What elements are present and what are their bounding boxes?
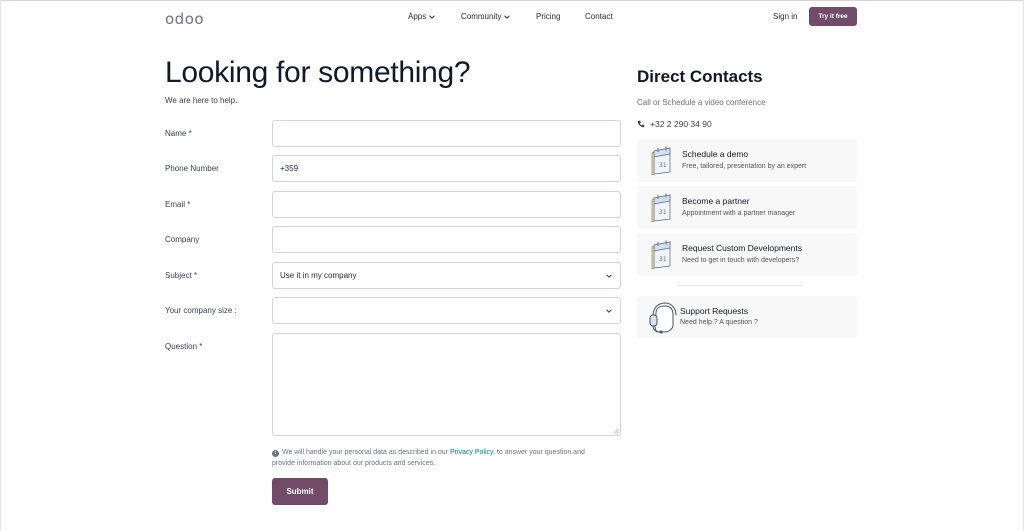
card-title: Become a partner	[682, 196, 750, 206]
custom-developments-card[interactable]: 31 Request Custom Developments Need to g…	[637, 233, 857, 276]
card-title: Request Custom Developments	[682, 243, 803, 253]
company-size-select[interactable]	[272, 297, 621, 324]
page-title: Looking for something?	[165, 56, 471, 89]
resize-handle-icon[interactable]	[613, 428, 619, 434]
company-size-label: Your company size :	[165, 306, 237, 315]
privacy-notice: i We will handle your personal data as de…	[272, 447, 602, 469]
svg-text:31: 31	[659, 209, 667, 216]
calendar-icon: 31	[651, 240, 671, 270]
name-label: Name *	[165, 129, 192, 138]
submit-button[interactable]: Submit	[272, 478, 328, 505]
phone-input[interactable]: +359	[272, 155, 621, 182]
subject-select[interactable]: Use it in my company	[272, 262, 621, 289]
card-description: Appointment with a partner manager	[682, 210, 796, 217]
chevron-down-icon	[429, 14, 436, 19]
company-input[interactable]	[272, 226, 621, 253]
subject-label: Subject *	[165, 271, 198, 280]
try-it-free-button[interactable]: Try it free	[809, 7, 857, 26]
question-textarea[interactable]	[272, 333, 621, 436]
email-input[interactable]	[272, 191, 621, 218]
direct-contacts-subtitle: Call or Schedule a video conference	[637, 98, 766, 107]
calendar-icon: 31	[651, 193, 671, 223]
card-title: Support Requests	[680, 306, 749, 316]
info-icon: i	[272, 450, 279, 457]
support-requests-card[interactable]: Support Requests Need help ? A question …	[637, 296, 857, 338]
card-description: Free, tailored, presentation by an exper…	[682, 163, 807, 170]
nav-community[interactable]: Community	[461, 12, 511, 21]
chevron-down-icon	[606, 274, 612, 278]
nav-apps-label: Apps	[408, 12, 427, 21]
svg-text:31: 31	[659, 256, 667, 263]
sign-in-link[interactable]: Sign in	[773, 12, 797, 21]
card-description: Need help ? A question ?	[680, 319, 758, 326]
section-divider	[677, 285, 803, 286]
privacy-policy-link[interactable]: Privacy Policy	[450, 449, 493, 456]
name-input[interactable]	[272, 120, 621, 147]
phone-input-value: +359	[280, 164, 299, 173]
phone-icon	[637, 120, 645, 128]
card-description: Need to get in touch with developers?	[682, 257, 800, 264]
nav-pricing-label: Pricing	[536, 12, 561, 21]
company-label: Company	[165, 235, 200, 244]
card-title: Schedule a demo	[682, 149, 749, 159]
chevron-down-icon	[606, 309, 612, 313]
schedule-demo-card[interactable]: 31 Schedule a demo Free, tailored, prese…	[637, 139, 857, 182]
phone-contact[interactable]: +32 2 290 34 90	[637, 119, 712, 129]
become-partner-card[interactable]: 31 Become a partner Appointment with a p…	[637, 186, 857, 229]
nav-contact[interactable]: Contact	[585, 12, 613, 21]
question-label: Question *	[165, 342, 203, 351]
svg-text:31: 31	[659, 162, 667, 169]
odoo-logo[interactable]: odoo	[165, 10, 204, 28]
calendar-icon: 31	[651, 146, 671, 176]
phone-label: Phone Number	[165, 164, 219, 173]
privacy-text-before: We will handle your personal data as des…	[282, 449, 450, 456]
phone-number: +32 2 290 34 90	[650, 119, 712, 129]
chevron-down-icon	[504, 14, 511, 19]
direct-contacts-title: Direct Contacts	[637, 67, 763, 86]
nav-pricing[interactable]: Pricing	[536, 12, 560, 21]
page-subtitle: We are here to help.	[165, 96, 238, 105]
subject-select-value: Use it in my company	[280, 271, 357, 280]
nav-community-label: Community	[461, 12, 502, 21]
email-label: Email *	[165, 200, 191, 209]
headset-icon	[649, 302, 677, 334]
nav-contact-label: Contact	[585, 12, 613, 21]
nav-apps[interactable]: Apps	[408, 12, 436, 21]
